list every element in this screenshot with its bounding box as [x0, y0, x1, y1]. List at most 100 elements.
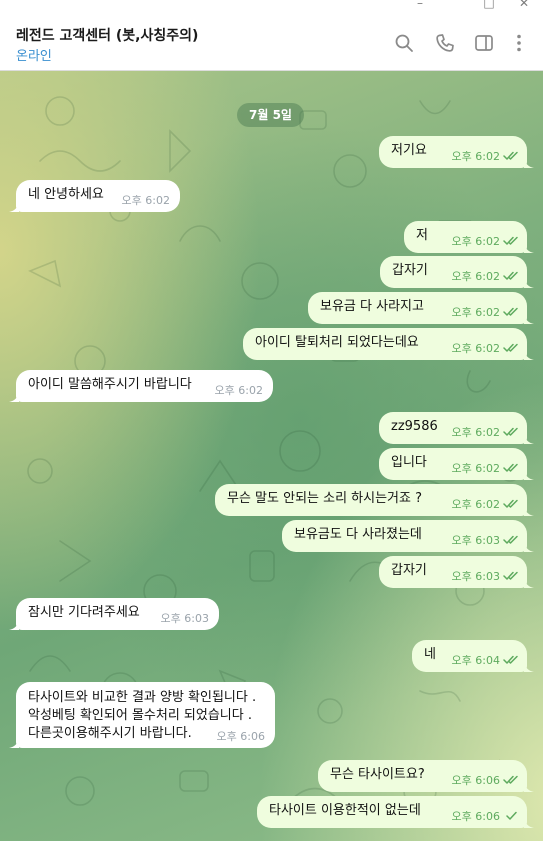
- search-icon[interactable]: [393, 32, 415, 54]
- bubble-tail: [9, 392, 19, 402]
- message-time: 오후 6:03: [451, 534, 500, 547]
- message-text: 갑자기: [391, 563, 427, 578]
- phone-icon[interactable]: [434, 32, 456, 54]
- message-meta: 오후 6:02: [452, 426, 519, 439]
- bubble-tail: [524, 578, 534, 588]
- incoming-message[interactable]: 네 안녕하세요 오후 6:02: [9, 180, 180, 212]
- bubble-tail: [524, 243, 534, 253]
- message-time: 오후 6:06: [451, 810, 500, 823]
- outgoing-message[interactable]: 타사이트 이용한적이 없는데 오후 6:06: [257, 796, 534, 828]
- message-time: 오후 6:02: [451, 270, 500, 283]
- chat-status: 온라인: [16, 49, 52, 64]
- message-meta: 오후 6:02: [452, 235, 519, 248]
- message-meta: 오후 6:06: [217, 730, 265, 743]
- message-time: 오후 6:02: [121, 194, 170, 207]
- message-meta: 오후 6:02: [215, 384, 263, 397]
- sidebar-toggle-icon[interactable]: [473, 32, 495, 54]
- message-text: zz9586: [391, 419, 438, 434]
- incoming-message[interactable]: 잠시만 기다려주세요 오후 6:03: [9, 598, 219, 630]
- outgoing-message[interactable]: 갑자기 오후 6:02: [380, 256, 534, 288]
- message-text: 갑자기: [392, 263, 428, 278]
- bubble-tail: [524, 278, 534, 288]
- message-text: 입니다: [391, 455, 427, 470]
- close-button[interactable]: ✕: [514, 0, 534, 12]
- outgoing-message[interactable]: 보유금도 다 사라졌는데 오후 6:03: [282, 520, 534, 552]
- chat-title[interactable]: 레전드 고객센터 (봇,사칭주의): [16, 25, 198, 45]
- message-text: 저: [416, 228, 428, 243]
- message-meta: 오후 6:02: [452, 342, 519, 355]
- double-check-icon: [503, 655, 518, 664]
- message-time: 오후 6:02: [451, 426, 500, 439]
- outgoing-message[interactable]: 무슨 타사이트요? 오후 6:06: [318, 760, 534, 792]
- incoming-message[interactable]: 타사이트와 비교한 결과 양방 확인됩니다 . 악성베팅 확인되어 몰수처리 되…: [9, 682, 275, 748]
- more-vertical-icon[interactable]: [508, 32, 530, 54]
- message-meta: 오후 6:03: [452, 534, 519, 547]
- message-meta: 오후 6:02: [452, 150, 519, 163]
- message-meta: 오후 6:02: [452, 270, 519, 283]
- message-text: 보유금 다 사라지고: [320, 299, 424, 314]
- bubble-tail: [9, 202, 19, 212]
- outgoing-message[interactable]: 저 오후 6:02: [404, 221, 534, 253]
- message-time: 오후 6:03: [160, 612, 209, 625]
- message-text: 무슨 말도 안되는 소리 하시는거죠 ?: [227, 491, 423, 506]
- bubble-tail: [524, 350, 534, 360]
- bubble-tail: [9, 620, 19, 630]
- message-time: 오후 6:06: [216, 730, 265, 743]
- message-time: 오후 6:02: [451, 342, 500, 355]
- chat-header: 레전드 고객센터 (봇,사칭주의) 온라인: [0, 14, 543, 71]
- message-meta: 오후 6:02: [452, 462, 519, 475]
- message-time: 오후 6:06: [451, 774, 500, 787]
- message-time: 오후 6:02: [451, 150, 500, 163]
- window-titlebar: – □ ✕: [0, 0, 543, 14]
- double-check-icon: [503, 151, 518, 160]
- minimize-button[interactable]: –: [410, 0, 430, 12]
- outgoing-message[interactable]: 아이디 탈퇴처리 되었다는데요 오후 6:02: [243, 328, 534, 360]
- message-time: 오후 6:03: [451, 570, 500, 583]
- message-meta: 오후 6:02: [452, 306, 519, 319]
- message-meta: 오후 6:02: [452, 498, 519, 511]
- message-meta: 오후 6:06: [452, 810, 519, 823]
- check-icon: [506, 811, 517, 820]
- message-meta: 오후 6:02: [122, 194, 170, 207]
- message-text: 무슨 타사이트요?: [330, 767, 425, 782]
- message-time: 오후 6:02: [451, 462, 500, 475]
- bubble-tail: [524, 470, 534, 480]
- incoming-message[interactable]: 아이디 말씀해주시기 바랍니다 오후 6:02: [9, 370, 273, 402]
- outgoing-message[interactable]: 입니다 오후 6:02: [379, 448, 534, 480]
- message-time: 오후 6:02: [451, 306, 500, 319]
- double-check-icon: [503, 343, 518, 352]
- message-text: 네: [424, 647, 436, 662]
- double-check-icon: [503, 499, 518, 508]
- double-check-icon: [503, 463, 518, 472]
- outgoing-message[interactable]: 저기요 오후 6:02: [379, 136, 534, 168]
- message-text: 아이디 탈퇴처리 되었다는데요: [255, 335, 419, 350]
- double-check-icon: [503, 535, 518, 544]
- message-time: 오후 6:04: [451, 654, 500, 667]
- message-text: 잠시만 기다려주세요: [28, 605, 140, 620]
- bubble-tail: [524, 542, 534, 552]
- message-time: 오후 6:02: [451, 235, 500, 248]
- double-check-icon: [503, 236, 518, 245]
- outgoing-message[interactable]: 네 오후 6:04: [412, 640, 534, 672]
- double-check-icon: [503, 775, 518, 784]
- message-text: 타사이트 이용한적이 없는데: [269, 803, 421, 818]
- bubble-tail: [524, 158, 534, 168]
- message-meta: 오후 6:04: [452, 654, 519, 667]
- maximize-button[interactable]: □: [479, 0, 499, 12]
- double-check-icon: [503, 307, 518, 316]
- bubble-tail: [524, 782, 534, 792]
- message-time: 오후 6:02: [451, 498, 500, 511]
- outgoing-message[interactable]: zz9586 오후 6:02: [379, 412, 534, 444]
- outgoing-message[interactable]: 갑자기 오후 6:03: [379, 556, 534, 588]
- message-text: 네 안녕하세요: [28, 187, 104, 202]
- message-meta: 오후 6:06: [452, 774, 519, 787]
- bubble-tail: [524, 662, 534, 672]
- double-check-icon: [503, 427, 518, 436]
- bubble-tail: [524, 506, 534, 516]
- message-time: 오후 6:02: [214, 384, 263, 397]
- bubble-tail: [9, 738, 19, 748]
- message-text: 아이디 말씀해주시기 바랍니다: [28, 377, 192, 392]
- outgoing-message[interactable]: 보유금 다 사라지고 오후 6:02: [308, 292, 534, 324]
- message-text: 저기요: [391, 143, 427, 158]
- outgoing-message[interactable]: 무슨 말도 안되는 소리 하시는거죠 ? 오후 6:02: [215, 484, 534, 516]
